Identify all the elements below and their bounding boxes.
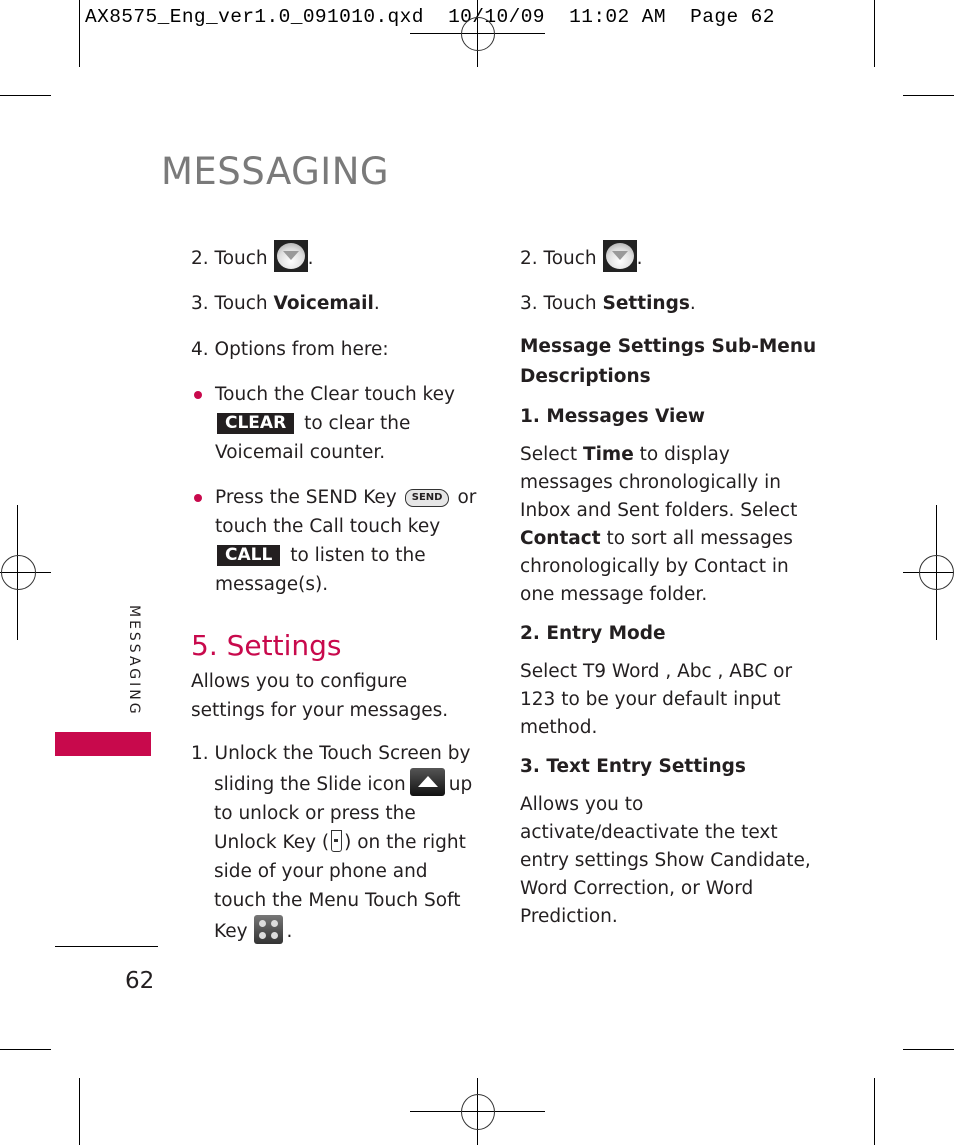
page-title: MESSAGING (161, 150, 390, 193)
slug-filename: AX8575_Eng_ver1.0_091010.qxd (85, 6, 424, 28)
crop-mark (874, 0, 875, 67)
crop-mark (903, 1049, 954, 1050)
page-number: 62 (125, 968, 155, 994)
slug-time: 11:02 AM (569, 6, 666, 28)
bullet-dot (194, 494, 202, 502)
crop-mark (79, 0, 80, 67)
left-step-3: 3. Touch Voicemail. (191, 293, 380, 314)
send-key-icon: SEND (404, 489, 450, 507)
item-body: Select Time to display messages chronolo… (520, 444, 798, 605)
clear-key-icon: CLEAR (217, 413, 295, 434)
left-column: 2. Touch. 3. Touch Voicemail. 4. Options… (191, 240, 481, 946)
bullet-dot (194, 391, 202, 399)
slide-up-icon (409, 768, 445, 796)
right-step-3: 3. Touch Settings. (520, 293, 696, 314)
crop-mark (79, 1078, 80, 1145)
side-tab-label: MESSAGING (126, 605, 142, 717)
crop-mark (0, 95, 51, 96)
item-title: 3. Text Entry Settings (520, 756, 746, 777)
voicemail-label: Voicemail (273, 293, 374, 314)
right-column: 2. Touch. 3. Touch Settings. Message Set… (520, 240, 820, 931)
registration-mark (919, 555, 954, 590)
call-key-icon: CALL (217, 545, 281, 566)
item-title: 1. Messages View (520, 406, 706, 427)
submenu-heading: Message Settings Sub-Menu Descriptions (520, 336, 817, 387)
registration-mark (461, 1094, 495, 1130)
bullet-clear: Touch the Clear touch key CLEAR to clear… (191, 380, 481, 467)
slug-page: Page 62 (690, 6, 775, 28)
section-title: 5. Settings (191, 629, 342, 662)
unlock-key-icon (331, 830, 343, 852)
slug-line: AX8575_Eng_ver1.0_091010.qxd 10/10/09 11… (85, 6, 775, 28)
item-title: 2. Entry Mode (520, 623, 666, 644)
left-step-4: 4. Options from here: (191, 339, 389, 360)
section-intro: Allows you to configure settings for you… (191, 671, 449, 721)
registration-mark (461, 17, 495, 51)
right-step-2: 2. Touch. (520, 240, 820, 273)
item-body: Select T9 Word , Abc , ABC or 123 to be … (520, 661, 793, 738)
envelope-icon (273, 240, 308, 272)
envelope-icon (602, 240, 637, 272)
crop-mark (874, 1078, 875, 1145)
item-body: Allows you to activate/deactivate the te… (520, 794, 811, 927)
left-step-2: 2. Touch. (191, 240, 481, 273)
left-step-1: 1. Unlock the Touch Screen by sliding th… (191, 743, 473, 944)
crop-mark (0, 1049, 51, 1050)
menu-grid-icon (253, 915, 283, 944)
bullet-send: Press the SEND Key SEND or touch the Call … (191, 483, 481, 599)
settings-label: Settings (602, 293, 690, 314)
crop-mark (903, 95, 954, 96)
page-number-rule (55, 946, 158, 947)
registration-mark (1, 555, 36, 590)
side-tab-bar (55, 732, 151, 756)
